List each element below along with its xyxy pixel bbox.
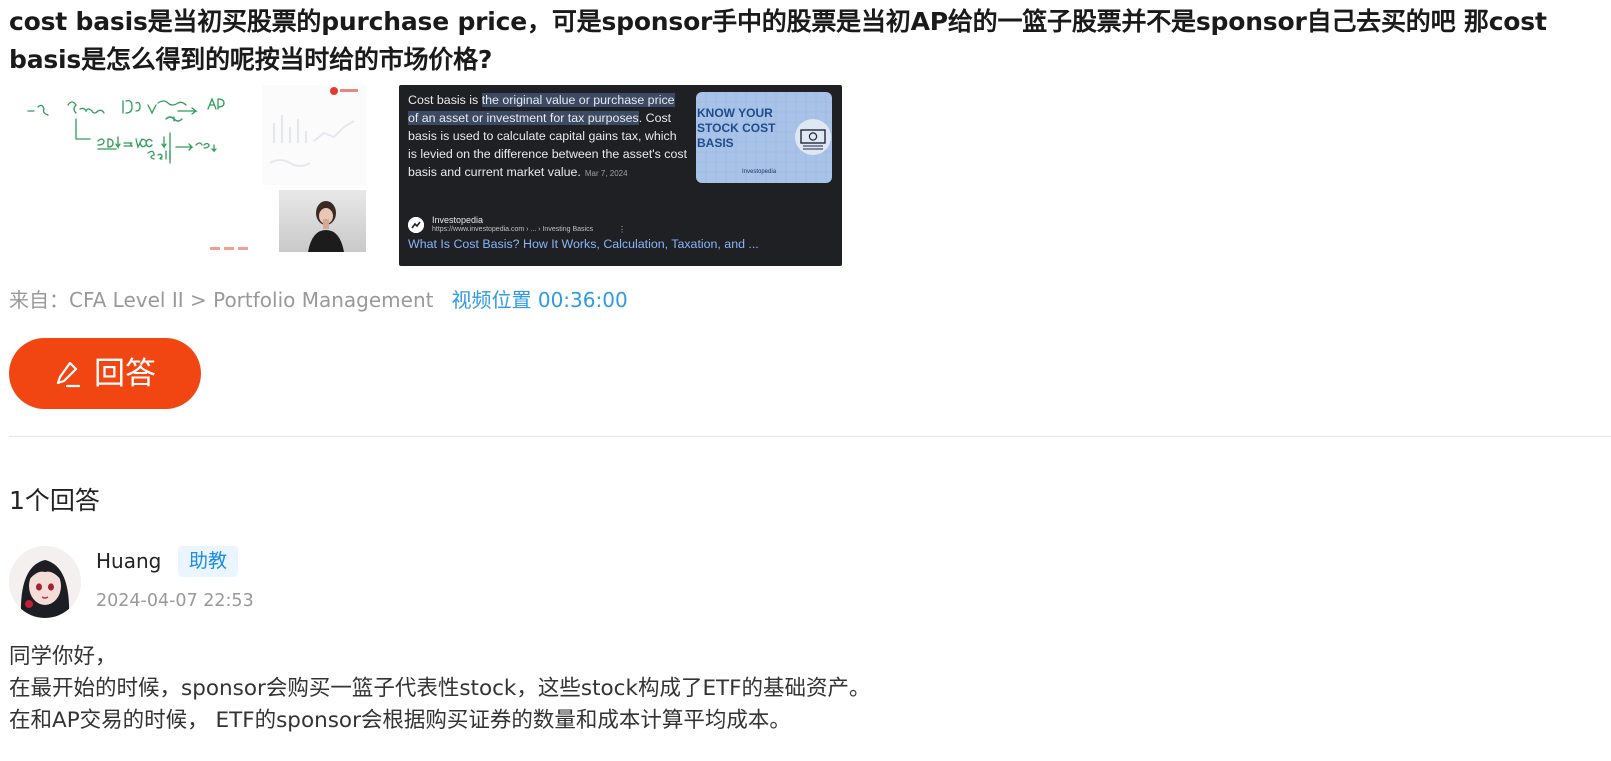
snippet-result-link: What Is Cost Basis? How It Works, Calcul… [408, 237, 759, 251]
more-vertical-icon: ⋮ [618, 225, 626, 234]
snippet-source-name: Investopedia [432, 215, 484, 225]
answer-line: 在和AP交易的时候， ETF的sponsor会根据购买证券的数量和成本计算平均成… [9, 708, 791, 733]
answer-button-label: 回答 [94, 355, 156, 392]
answer-body: 同学你好， 在最开始的时候，sponsor会购买一篮子代表性stock，这些st… [9, 641, 1589, 737]
role-badge: 助教 [178, 546, 239, 577]
video-position-link[interactable]: 视频位置 00:36:00 [451, 288, 627, 312]
question-meta: 来自：CFA Level II > Portfolio Management 视频… [9, 285, 628, 315]
snippet-source-url: https://www.investopedia.com › ... › Inv… [432, 226, 594, 233]
attachment-lecture-screenshot[interactable] [18, 83, 366, 258]
avatar[interactable] [9, 546, 81, 618]
investopedia-logo-icon [408, 217, 424, 233]
snippet-text: Cost basis is the original value or purc… [408, 91, 688, 183]
snippet-card-brand: Investopedia [742, 169, 777, 175]
snippet-card-title: KNOW YOUR STOCK COST BASIS [697, 106, 776, 150]
attachment-search-snippet[interactable]: Cost basis is the original value or purc… [399, 85, 842, 266]
question-title: cost basis是当初买股票的purchase price，可是sponso… [9, 7, 1547, 74]
money-bill-icon [795, 119, 831, 155]
answer-line: 同学你好， [9, 644, 117, 669]
answer-timestamp: 2024-04-07 22:53 [96, 591, 254, 611]
answer-button[interactable]: 回答 [9, 338, 201, 409]
snippet-text-before: Cost basis is [408, 93, 482, 107]
source-breadcrumb: 来自：CFA Level II > Portfolio Management [9, 288, 434, 312]
snippet-date: Mar 7, 2024 [584, 169, 628, 178]
pencil-icon [54, 359, 82, 389]
qa-page: cost basis是当初买股票的purchase price，可是sponso… [0, 0, 1611, 761]
lecture-video-frame-icon [18, 83, 366, 258]
answer-author: Huang [96, 549, 162, 573]
section-divider [9, 436, 1611, 437]
answer-line: 在最开始的时候，sponsor会购买一篮子代表性stock，这些stock构成了… [9, 676, 871, 701]
answer-count: 1个回答 [9, 486, 100, 515]
snippet-source: Investopedia https://www.investopedia.co… [408, 215, 708, 237]
user-avatar-icon [9, 546, 81, 618]
snippet-thumbnail-card: KNOW YOUR STOCK COST BASIS Investopedia [696, 92, 832, 183]
